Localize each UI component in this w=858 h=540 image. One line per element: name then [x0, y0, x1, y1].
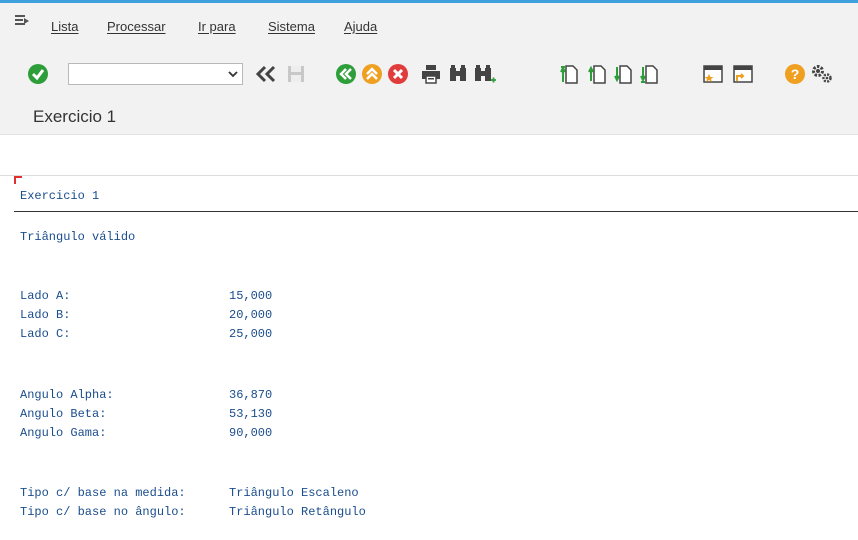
- angle-alpha-value: 36,870: [229, 388, 273, 402]
- angle-beta-value: 53,130: [229, 407, 273, 421]
- side-b-value: 20,000: [229, 308, 273, 322]
- type-measure-value: Triângulo Escaleno: [229, 486, 359, 500]
- cancel-icon[interactable]: [387, 63, 409, 85]
- last-page-icon[interactable]: [640, 63, 662, 85]
- command-input[interactable]: [71, 65, 225, 85]
- cursor-marker: [14, 176, 22, 184]
- page-title: Exercicio 1: [33, 107, 117, 126]
- list-heading: Exercicio 1: [20, 189, 100, 203]
- previous-page-icon[interactable]: [588, 63, 610, 85]
- application-toolbar: [0, 135, 858, 176]
- type-angle-value: Triângulo Retângulo: [229, 505, 366, 519]
- command-field[interactable]: [68, 63, 243, 85]
- menu-lista[interactable]: Lista: [51, 19, 78, 34]
- side-a-label: Lado A:: [20, 289, 71, 303]
- help-icon[interactable]: ?: [784, 63, 806, 85]
- type-measure-label: Tipo c/ base na medida:: [20, 486, 186, 500]
- angle-beta-label: Angulo Beta:: [20, 407, 107, 421]
- svg-text:?: ?: [791, 66, 800, 82]
- side-c-value: 25,000: [229, 327, 273, 341]
- type-angle-label: Tipo c/ base no ângulo:: [20, 505, 186, 519]
- side-c-label: Lado C:: [20, 327, 71, 341]
- back-double-icon[interactable]: [254, 63, 278, 85]
- angle-gama-value: 90,000: [229, 426, 273, 440]
- standard-toolbar: ?: [0, 43, 858, 101]
- shortcut-icon[interactable]: [731, 63, 755, 85]
- save-icon[interactable]: [285, 63, 307, 85]
- settings-icon[interactable]: [810, 63, 834, 85]
- find-icon[interactable]: [447, 63, 469, 85]
- menu-processar[interactable]: Processar: [107, 19, 166, 34]
- menu-bar: Lista Processar Ir para Sistema Ajuda: [0, 3, 858, 43]
- first-page-icon[interactable]: [560, 63, 582, 85]
- find-next-icon[interactable]: [472, 63, 496, 85]
- heading-divider: [14, 211, 858, 212]
- create-session-icon[interactable]: [701, 63, 725, 85]
- menu-sistema[interactable]: Sistema: [268, 19, 315, 34]
- list-output: Exercicio 1 Triângulo válido Lado A: 15,…: [0, 176, 858, 540]
- back-icon[interactable]: [335, 63, 357, 85]
- next-page-icon[interactable]: [614, 63, 636, 85]
- enter-icon[interactable]: [27, 63, 49, 85]
- exit-icon[interactable]: [361, 63, 383, 85]
- angle-gama-label: Angulo Gama:: [20, 426, 107, 440]
- angle-alpha-label: Angulo Alpha:: [20, 388, 114, 402]
- menu-toggle-icon[interactable]: [15, 15, 29, 27]
- side-a-value: 15,000: [229, 289, 273, 303]
- menu-ir-para[interactable]: Ir para: [198, 19, 236, 34]
- dropdown-icon[interactable]: [228, 66, 238, 82]
- menu-ajuda[interactable]: Ajuda: [344, 19, 377, 34]
- side-b-label: Lado B:: [20, 308, 71, 322]
- print-icon[interactable]: [420, 63, 442, 85]
- title-bar: Exercicio 1: [0, 101, 858, 135]
- triangle-status: Triângulo válido: [20, 230, 136, 244]
